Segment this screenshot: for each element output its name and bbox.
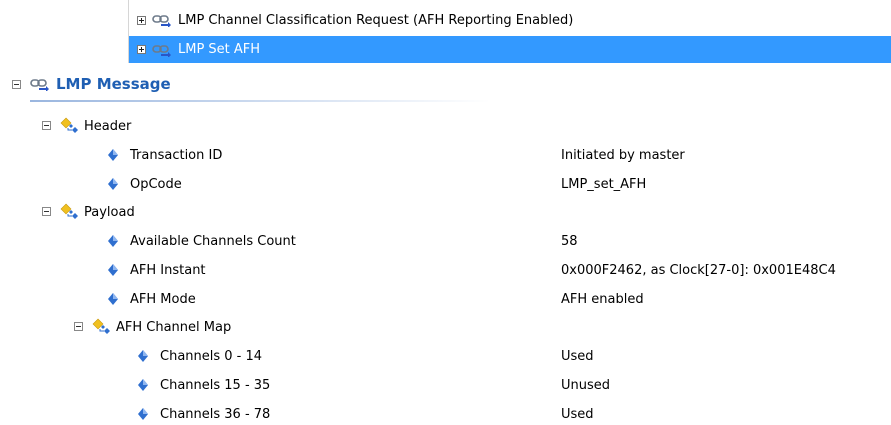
field-row[interactable]: Channels 0 - 14	[138, 345, 262, 367]
list-item[interactable]: LMP Channel Classification Request (AFH …	[129, 7, 891, 33]
field-icon	[138, 408, 148, 420]
collapse-icon[interactable]	[74, 322, 83, 331]
field-value: Used	[561, 406, 594, 422]
field-name: Channels 0 - 14	[160, 348, 263, 364]
tree-node-label: Payload	[84, 204, 135, 220]
field-row[interactable]: Transaction ID	[108, 144, 222, 166]
structure-icon	[60, 117, 82, 135]
tree-node-label: Header	[84, 118, 132, 134]
field-icon	[138, 350, 148, 362]
field-row[interactable]: OpCode	[108, 173, 182, 195]
field-icon	[108, 293, 118, 305]
expand-icon[interactable]	[137, 15, 146, 25]
field-value: 0x000F2462, as Clock[27-0]: 0x001E48C4	[561, 262, 836, 278]
field-value: Initiated by master	[561, 147, 685, 163]
field-icon	[108, 149, 118, 161]
tree-node-payload[interactable]: Payload	[60, 201, 135, 223]
field-name: Transaction ID	[130, 147, 223, 163]
lmp-message-icon	[30, 77, 50, 91]
field-icon	[108, 235, 118, 247]
expand-icon[interactable]	[137, 45, 146, 54]
field-value: Unused	[561, 377, 611, 393]
message-title-label: LMP Message	[56, 75, 171, 93]
collapse-icon[interactable]	[12, 80, 21, 89]
list-item-label: LMP Set AFH	[178, 42, 261, 57]
field-icon	[108, 264, 118, 276]
field-row[interactable]: AFH Instant	[108, 259, 206, 281]
tree-node-header[interactable]: Header	[60, 115, 131, 137]
field-value: LMP_set_AFH	[561, 176, 647, 192]
field-row[interactable]: Channels 15 - 35	[138, 374, 270, 396]
field-name: Channels 36 - 78	[160, 406, 271, 422]
field-icon	[108, 178, 118, 190]
message-list: LMP Channel Classification Request (AFH …	[128, 0, 891, 63]
field-value: 58	[561, 233, 578, 249]
field-name: Available Channels Count	[130, 233, 296, 249]
field-value: Used	[561, 348, 594, 364]
list-item-label: LMP Channel Classification Request (AFH …	[178, 12, 574, 28]
field-row[interactable]: AFH Mode	[108, 288, 196, 310]
structure-icon	[60, 203, 82, 221]
field-name: AFH Instant	[130, 262, 206, 278]
tree-node-label: AFH Channel Map	[116, 319, 232, 335]
field-row[interactable]: Available Channels Count	[108, 230, 296, 252]
collapse-icon[interactable]	[42, 207, 51, 216]
lmp-message-icon	[152, 43, 172, 57]
field-row[interactable]: Channels 36 - 78	[138, 403, 270, 425]
field-name: AFH Mode	[130, 291, 196, 307]
field-value: AFH enabled	[561, 291, 644, 307]
field-name: OpCode	[130, 176, 182, 192]
structure-icon	[92, 318, 114, 336]
title-divider	[30, 100, 490, 102]
field-name: Channels 15 - 35	[160, 377, 271, 393]
field-icon	[138, 379, 148, 391]
list-item-selected[interactable]: LMP Set AFH	[129, 36, 891, 63]
message-title: LMP Message	[30, 73, 171, 95]
lmp-message-icon	[152, 13, 172, 27]
collapse-icon[interactable]	[42, 121, 51, 130]
tree-node-afh-channel-map[interactable]: AFH Channel Map	[92, 316, 231, 338]
